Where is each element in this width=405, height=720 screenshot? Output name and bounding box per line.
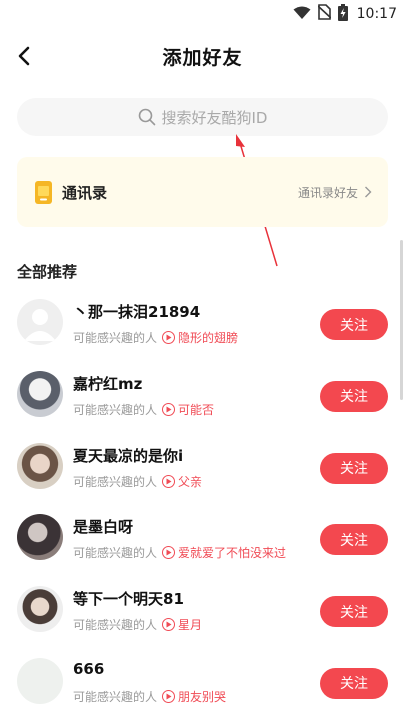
- contacts-book-icon: [34, 180, 52, 204]
- avatar: [17, 442, 63, 489]
- search-icon: [138, 108, 155, 126]
- play-icon[interactable]: [162, 402, 176, 416]
- list-item[interactable]: 等下一个明天81 可能感兴趣的人 星月 关注: [0, 574, 405, 646]
- reason-label: 可能感兴趣的人: [73, 402, 158, 417]
- section-title: 全部推荐: [17, 263, 78, 281]
- search-input[interactable]: 搜索好友酷狗ID: [17, 98, 388, 136]
- search-placeholder: 搜索好友酷狗ID: [161, 108, 268, 127]
- contacts-label: 通讯录: [62, 183, 108, 202]
- avatar: [17, 299, 63, 345]
- play-icon[interactable]: [162, 474, 176, 488]
- user-subline: 可能感兴趣的人 隐形的翅膀: [73, 329, 238, 346]
- contacts-friends-link[interactable]: 通讯录好友: [298, 157, 372, 227]
- list-item[interactable]: 丶那一抹泪21894 可能感兴趣的人 隐形的翅膀 关注: [0, 287, 405, 359]
- user-name[interactable]: 丶那一抹泪21894: [73, 301, 200, 322]
- reason-label: 可能感兴趣的人: [73, 618, 158, 633]
- reason-label: 可能感兴趣的人: [73, 689, 158, 704]
- song-title[interactable]: 星月: [178, 616, 202, 633]
- song-title[interactable]: 朋友别哭: [178, 688, 226, 705]
- play-icon[interactable]: [162, 689, 176, 703]
- user-name[interactable]: 等下一个明天81: [73, 588, 184, 609]
- follow-button[interactable]: 关注: [320, 452, 388, 484]
- page-title: 添加好友: [162, 47, 243, 69]
- scrollbar[interactable]: [400, 240, 403, 400]
- chevron-right-icon: [365, 186, 372, 198]
- user-name[interactable]: 夏天最凉的是你i: [73, 445, 183, 466]
- status-time: 10:17: [356, 6, 397, 22]
- song-title[interactable]: 父亲: [178, 473, 202, 490]
- wifi-icon: [293, 5, 311, 24]
- no-sim-icon: [317, 4, 332, 24]
- user-subline: 可能感兴趣的人 父亲: [73, 473, 202, 490]
- list-item[interactable]: 夏天最凉的是你i 可能感兴趣的人 父亲 关注: [0, 431, 405, 503]
- play-icon[interactable]: [162, 546, 176, 560]
- follow-button[interactable]: 关注: [320, 524, 388, 556]
- avatar: [17, 657, 63, 704]
- status-bar: 10:17: [0, 0, 405, 28]
- reason-label: 可能感兴趣的人: [73, 331, 158, 345]
- avatar: [17, 586, 63, 633]
- user-name[interactable]: 是墨白呀: [73, 516, 133, 537]
- reason-label: 可能感兴趣的人: [73, 546, 158, 561]
- avatar: [17, 370, 63, 417]
- reason-label: 可能感兴趣的人: [73, 474, 158, 489]
- song-title[interactable]: 隐形的翅膀: [178, 329, 238, 346]
- follow-button[interactable]: 关注: [320, 380, 388, 412]
- user-name[interactable]: 嘉柠红mz: [73, 373, 142, 394]
- recommend-list: 丶那一抹泪21894 可能感兴趣的人 隐形的翅膀 关注 嘉柠红mz 可能感兴趣的…: [0, 287, 405, 718]
- default-avatar-icon: [24, 309, 56, 341]
- play-icon[interactable]: [162, 331, 176, 344]
- song-title[interactable]: 可能否: [178, 401, 214, 418]
- list-item[interactable]: 666 可能感兴趣的人 朋友别哭 关注: [0, 646, 405, 718]
- follow-button[interactable]: 关注: [320, 309, 388, 340]
- user-subline: 可能感兴趣的人 爱就爱了不怕没来过: [73, 544, 286, 561]
- list-item[interactable]: 是墨白呀 可能感兴趣的人 爱就爱了不怕没来过 关注: [0, 502, 405, 574]
- follow-button[interactable]: 关注: [320, 667, 388, 699]
- user-subline: 可能感兴趣的人 星月: [73, 616, 202, 633]
- avatar: [17, 514, 63, 561]
- user-subline: 可能感兴趣的人 可能否: [73, 401, 214, 418]
- contacts-friends-text: 通讯录好友: [297, 185, 358, 200]
- contacts-card[interactable]: 通讯录 通讯录好友: [17, 157, 388, 227]
- list-item[interactable]: 嘉柠红mz 可能感兴趣的人 可能否 关注: [0, 359, 405, 431]
- header: 添加好友: [0, 28, 405, 84]
- battery-charging-icon: [337, 3, 348, 25]
- song-title[interactable]: 爱就爱了不怕没来过: [178, 544, 286, 561]
- user-subline: 可能感兴趣的人 朋友别哭: [73, 688, 226, 705]
- status-icons: 10:17: [293, 3, 397, 25]
- follow-button[interactable]: 关注: [320, 596, 388, 628]
- play-icon[interactable]: [162, 618, 176, 632]
- user-name[interactable]: 666: [73, 660, 104, 678]
